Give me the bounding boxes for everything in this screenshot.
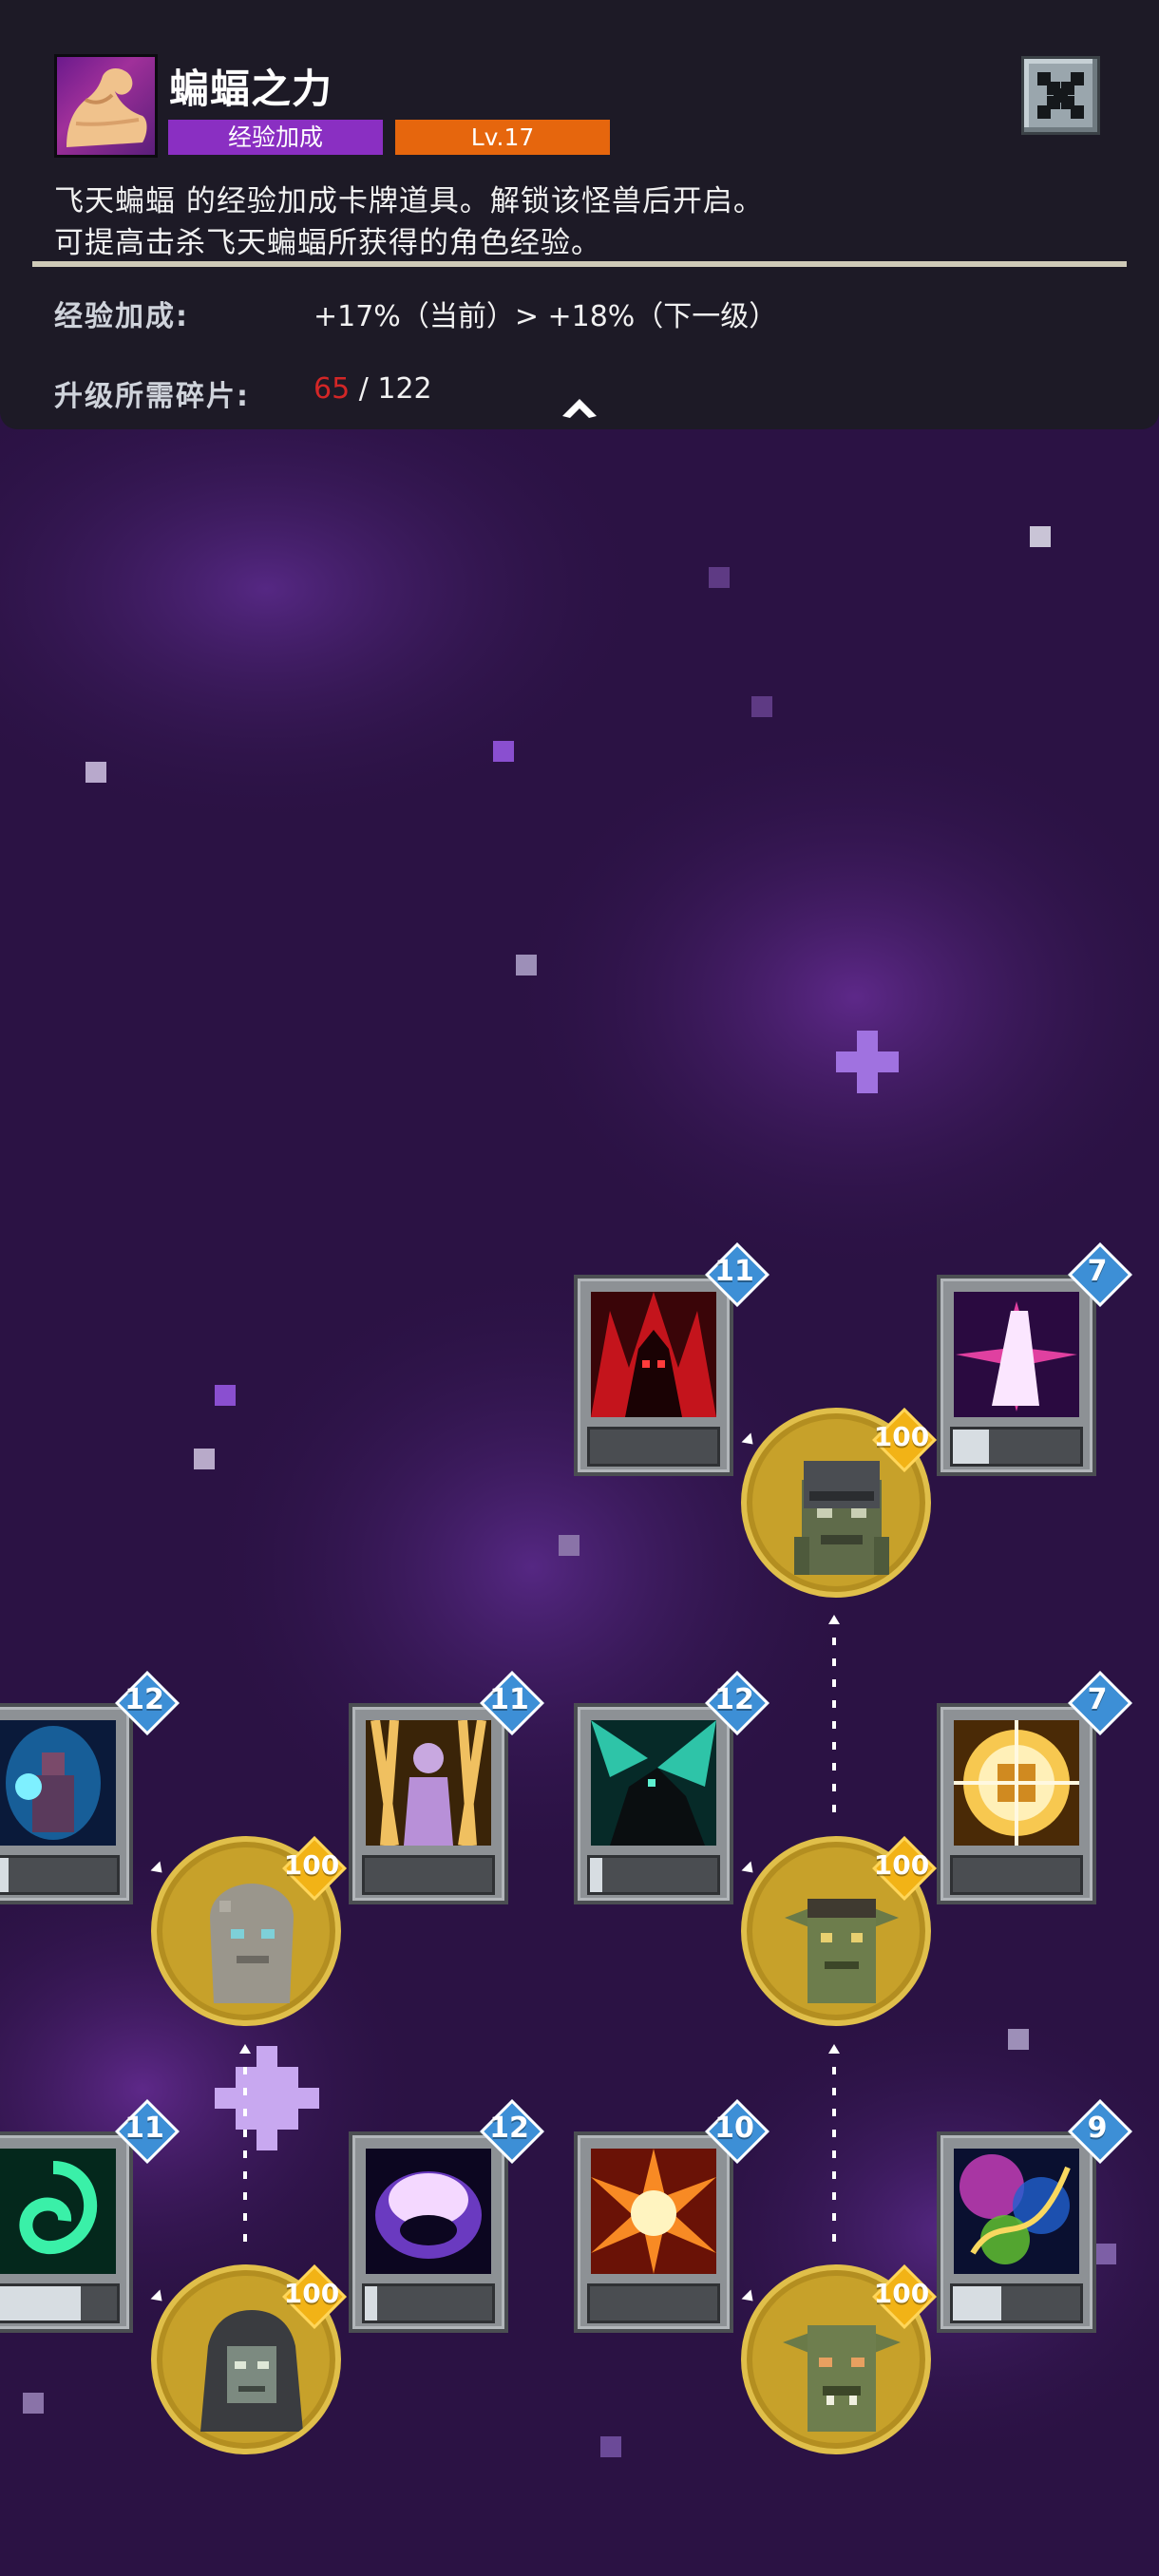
level-badge: 11 xyxy=(115,2099,180,2164)
progress-bar xyxy=(587,1855,720,1895)
progress-bar xyxy=(587,2283,720,2323)
blue-mage-icon xyxy=(0,1720,116,1846)
skill-card-purple-orb[interactable] xyxy=(349,2131,508,2333)
close-button[interactable] xyxy=(1021,56,1100,135)
chevron-up-icon xyxy=(562,399,597,418)
card-detail-panel: 蝙蝠之力 经验加成 Lv.17 飞天蝙蝠 的经验加成卡牌道具。解锁该怪兽后开启。… xyxy=(0,0,1159,429)
card-level-tag: Lv.17 xyxy=(395,120,610,155)
connector-line xyxy=(828,1615,840,1812)
monster-level-badge: 100 xyxy=(282,1836,347,1901)
golden-rune-icon xyxy=(954,1720,1079,1846)
progress-bar xyxy=(950,1427,1083,1467)
flexed-arm-icon xyxy=(54,54,158,158)
level-badge: 7 xyxy=(1068,1671,1132,1735)
progress-bar xyxy=(0,2283,120,2323)
skill-card-fire-burst[interactable] xyxy=(574,2131,733,2333)
skill-card-golden-rune[interactable] xyxy=(937,1703,1096,1904)
collapse-button[interactable] xyxy=(560,397,598,420)
skill-card-nebula[interactable] xyxy=(937,2131,1096,2333)
fragments-need: 122 xyxy=(377,372,432,406)
teal-beast-icon xyxy=(591,1720,716,1846)
card-type-tag: 经验加成 xyxy=(168,120,383,155)
connector-line xyxy=(828,2044,840,2242)
level-badge: 11 xyxy=(480,1671,544,1735)
skill-card-golden-spirit[interactable] xyxy=(349,1703,508,1904)
fragments-separator: / xyxy=(350,372,378,406)
progress-bar xyxy=(362,1855,495,1895)
pink-star-icon xyxy=(954,1292,1079,1417)
close-icon xyxy=(1037,72,1084,119)
skill-card-red-demon[interactable] xyxy=(574,1275,733,1476)
description-line-2: 可提高击杀飞天蝙蝠所获得的角色经验。 xyxy=(54,226,601,260)
green-swirl-icon xyxy=(0,2149,116,2274)
monster-level-badge: 100 xyxy=(872,2264,937,2329)
purple-orb-icon xyxy=(366,2149,491,2274)
divider xyxy=(32,261,1127,267)
level-badge: 7 xyxy=(1068,1242,1132,1307)
progress-bar xyxy=(362,2283,495,2323)
level-badge: 12 xyxy=(705,1671,770,1735)
exp-bonus-value: +17%（当前）> +18%（下一级） xyxy=(314,300,778,333)
description-line-1: 飞天蝙蝠 的经验加成卡牌道具。解锁该怪兽后开启。 xyxy=(54,184,764,218)
progress-bar xyxy=(950,2283,1083,2323)
skill-card-teal-beast[interactable] xyxy=(574,1703,733,1904)
connector-line xyxy=(239,2044,251,2242)
level-badge: 11 xyxy=(705,1242,770,1307)
skill-card-pink-star[interactable] xyxy=(937,1275,1096,1476)
red-demon-icon xyxy=(591,1292,716,1417)
level-badge: 9 xyxy=(1068,2099,1132,2164)
level-badge: 12 xyxy=(480,2099,544,2164)
progress-bar xyxy=(0,1855,120,1895)
fire-burst-icon xyxy=(591,2149,716,2274)
level-badge: 10 xyxy=(705,2099,770,2164)
monster-level-badge: 100 xyxy=(872,1408,937,1472)
progress-bar xyxy=(950,1855,1083,1895)
fragments-have: 65 xyxy=(314,372,351,406)
skill-card-green-swirl[interactable] xyxy=(0,2131,133,2333)
skill-card-blue-mage[interactable] xyxy=(0,1703,133,1904)
fragments-label: 升级所需碎片: xyxy=(54,380,250,413)
fragments-value: 65 / 122 xyxy=(314,372,432,406)
level-badge: 12 xyxy=(115,1671,180,1735)
card-name: 蝙蝠之力 xyxy=(169,66,333,112)
nebula-icon xyxy=(954,2149,1079,2274)
monster-level-badge: 100 xyxy=(282,2264,347,2329)
progress-bar xyxy=(587,1427,720,1467)
golden-spirit-icon xyxy=(366,1720,491,1846)
exp-bonus-label: 经验加成: xyxy=(54,300,189,333)
monster-level-badge: 100 xyxy=(872,1836,937,1901)
